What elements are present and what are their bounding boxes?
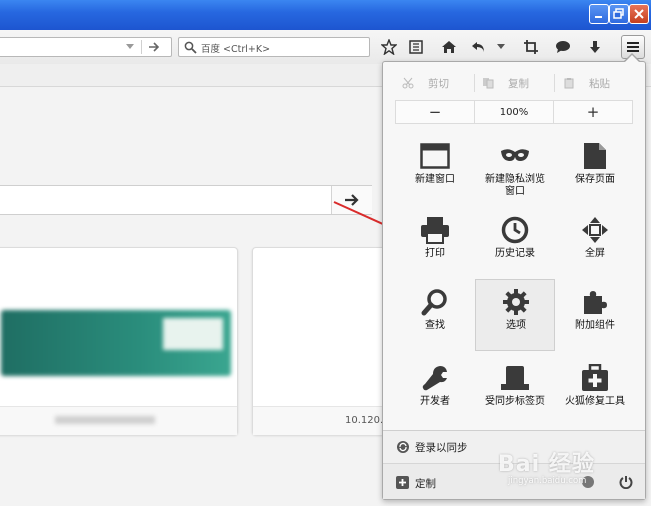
restore-icon — [613, 8, 624, 19]
go-arrow-icon[interactable] — [148, 41, 160, 53]
baidu-watermark-url: jingyan.baidu.com — [508, 476, 587, 486]
minimize-icon — [595, 16, 602, 18]
copy-label: 复制 — [508, 77, 529, 90]
synced-tabs-button[interactable]: 受同步标签页 — [475, 356, 555, 428]
fullscreen-button[interactable]: 全屏 — [555, 208, 635, 280]
crop-icon — [524, 40, 538, 54]
print-icon — [419, 214, 451, 246]
firefox-repair-tool-button[interactable]: 火狐修复工具 — [555, 356, 635, 428]
find-magnifier-icon — [419, 286, 451, 318]
fullscreen-label: 全屏 — [585, 248, 605, 259]
top-site-tile[interactable] — [0, 247, 238, 435]
zoom-out-button[interactable]: − — [396, 101, 474, 123]
window-titlebar — [0, 0, 651, 30]
speech-bubble-icon — [556, 41, 570, 53]
url-bar[interactable] — [0, 37, 172, 57]
minimize-button[interactable] — [589, 4, 609, 24]
customize-plus-icon — [396, 476, 409, 489]
bookmarks-list-icon — [409, 40, 423, 54]
page-search-input[interactable] — [0, 185, 372, 215]
print-button[interactable]: 打印 — [395, 208, 475, 280]
save-page-label: 保存页面 — [575, 174, 615, 185]
options-gear-icon — [500, 286, 532, 318]
maximize-button[interactable] — [609, 4, 629, 24]
cut-button[interactable]: 剪切 — [402, 72, 449, 94]
scissors-icon — [402, 77, 414, 89]
close-icon — [634, 9, 644, 19]
tile-caption — [0, 406, 237, 435]
developer-button[interactable]: 开发者 — [395, 356, 475, 428]
screenshot-crop-button[interactable] — [522, 39, 540, 55]
new-private-window-button[interactable]: 新建隐私浏览 窗口 — [475, 134, 555, 206]
download-arrow-icon — [590, 41, 600, 53]
copy-button[interactable]: 复制 — [482, 72, 529, 94]
new-window-icon — [419, 140, 451, 172]
save-page-button[interactable]: 保存页面 — [555, 134, 635, 206]
print-label: 打印 — [425, 248, 445, 259]
private-mask-icon — [499, 140, 531, 172]
developer-label: 开发者 — [420, 396, 450, 407]
find-label: 查找 — [425, 320, 445, 331]
synced-tabs-icon — [499, 362, 531, 394]
chevron-down-icon — [497, 44, 505, 49]
new-private-window-label-line2: 窗口 — [505, 186, 525, 197]
new-window-button[interactable]: 新建窗口 — [395, 134, 475, 206]
addons-button[interactable]: 附加组件 — [555, 280, 635, 352]
search-icon — [184, 41, 197, 54]
search-bar[interactable]: 百度 <Ctrl+K> — [178, 37, 370, 57]
chat-button[interactable] — [554, 39, 572, 55]
hamburger-menu-icon — [627, 42, 639, 52]
downloads-button[interactable] — [586, 39, 604, 55]
options-label: 选项 — [506, 320, 526, 331]
bookmark-star-button[interactable] — [380, 39, 398, 55]
home-button[interactable] — [440, 39, 458, 55]
sync-icon — [397, 441, 409, 453]
baidu-watermark: Bai 经验 — [498, 452, 595, 477]
history-button[interactable]: 历史记录 — [475, 208, 555, 280]
home-icon — [442, 41, 456, 53]
paste-clipboard-icon — [564, 78, 574, 89]
addons-label: 附加组件 — [575, 320, 615, 331]
save-page-icon — [579, 140, 611, 172]
synced-tabs-label: 受同步标签页 — [485, 396, 545, 407]
undo-arrow-icon — [472, 42, 484, 52]
sign-in-to-sync-label: 登录以同步 — [415, 442, 468, 454]
paste-label: 粘贴 — [589, 77, 610, 90]
find-button[interactable]: 查找 — [395, 280, 475, 352]
history-label: 历史记录 — [495, 248, 535, 259]
firefox-repair-tool-label: 火狐修复工具 — [565, 396, 625, 407]
repair-kit-icon — [579, 362, 611, 394]
options-button[interactable]: 选项 — [475, 279, 555, 351]
fullscreen-icon — [579, 214, 611, 246]
addons-puzzle-icon — [579, 286, 611, 318]
new-private-window-label-line1: 新建隐私浏览 — [485, 174, 545, 185]
copy-icon — [483, 78, 494, 89]
developer-wrench-icon — [419, 362, 451, 394]
history-clock-icon — [499, 214, 531, 246]
dropdown-arrow-icon[interactable] — [125, 43, 135, 51]
history-dropdown-button[interactable] — [492, 39, 510, 55]
bookmarks-menu-button[interactable] — [407, 39, 425, 55]
close-button[interactable] — [629, 4, 649, 24]
zoom-reset-button[interactable]: 100% — [474, 101, 554, 123]
zoom-in-button[interactable]: + — [554, 101, 632, 123]
star-icon — [381, 39, 397, 55]
customize-label: 定制 — [415, 478, 436, 490]
power-icon[interactable] — [619, 475, 633, 489]
zoom-controls: − 100% + — [395, 100, 633, 124]
back-history-button[interactable] — [470, 39, 488, 55]
paste-button[interactable]: 粘贴 — [563, 72, 610, 94]
new-window-label: 新建窗口 — [415, 174, 455, 185]
search-placeholder: 百度 <Ctrl+K> — [201, 44, 271, 55]
cut-label: 剪切 — [428, 77, 449, 90]
